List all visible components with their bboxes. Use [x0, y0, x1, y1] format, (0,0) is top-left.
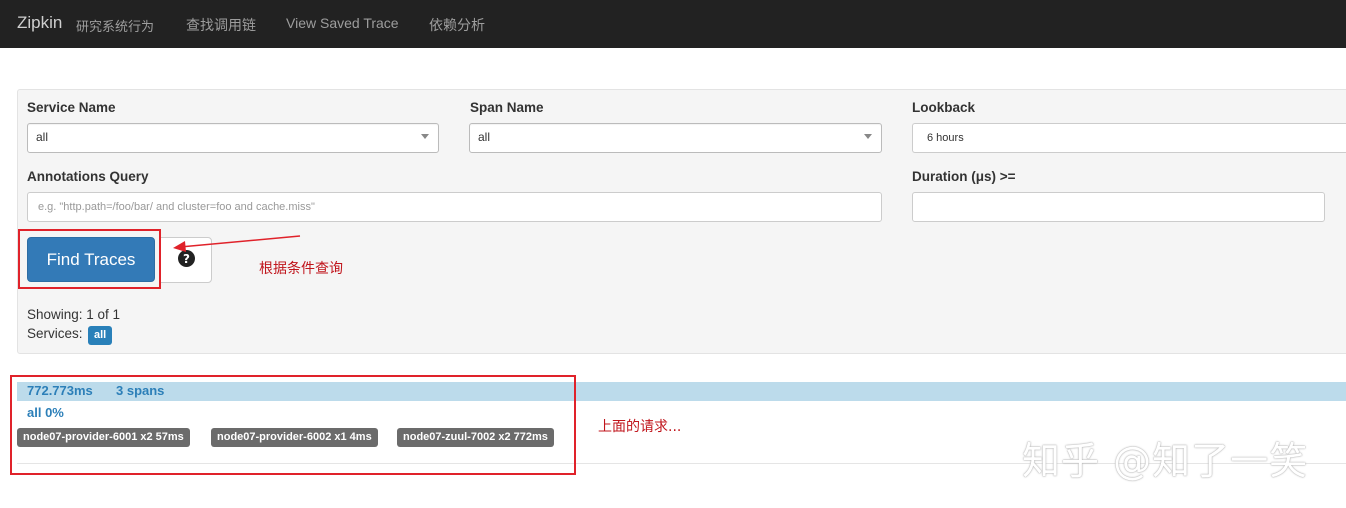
nav-view-saved-trace[interactable]: View Saved Trace: [286, 15, 399, 31]
showing-count: Showing: 1 of 1: [27, 307, 121, 322]
nav-find-traces[interactable]: 查找调用链: [186, 15, 256, 35]
span-name-select[interactable]: all: [469, 123, 882, 153]
chevron-down-icon: [421, 134, 429, 139]
watermark: 知乎 @知了一笑: [1022, 439, 1309, 483]
services-label: Services:: [27, 326, 83, 341]
brand-logo[interactable]: Zipkin: [17, 13, 62, 33]
span-name-value: all: [478, 130, 491, 144]
duration-input[interactable]: [912, 192, 1325, 222]
brand-subtitle: 研究系统行为: [76, 20, 155, 35]
services-badge[interactable]: all: [88, 326, 113, 345]
service-name-label: Service Name: [27, 100, 116, 115]
annotations-query-placeholder: e.g. "http.path=/foo/bar/ and cluster=fo…: [38, 201, 315, 213]
lookback-select[interactable]: 6 hours: [912, 123, 1346, 153]
chevron-down-icon: [864, 134, 872, 139]
annotations-query-input[interactable]: e.g. "http.path=/foo/bar/ and cluster=fo…: [27, 192, 882, 222]
top-navbar: Zipkin 研究系统行为 查找调用链 View Saved Trace 依赖分…: [0, 0, 1346, 48]
annotation-query-note: 根据条件查询: [259, 261, 343, 277]
highlight-box-find: [18, 229, 161, 289]
lookback-value: 6 hours: [927, 132, 964, 144]
annotation-arrow: [173, 235, 301, 252]
lookback-label: Lookback: [912, 100, 976, 115]
annotations-query-label: Annotations Query: [27, 169, 149, 184]
highlight-box-trace: [10, 375, 576, 475]
nav-dependencies[interactable]: 依赖分析: [429, 15, 485, 35]
annotation-request-note: 上面的请求...: [598, 419, 682, 435]
duration-label: Duration (μs) >=: [912, 169, 1016, 184]
service-name-value: all: [36, 130, 49, 144]
service-name-select[interactable]: all: [27, 123, 439, 153]
span-name-label: Span Name: [470, 100, 544, 115]
